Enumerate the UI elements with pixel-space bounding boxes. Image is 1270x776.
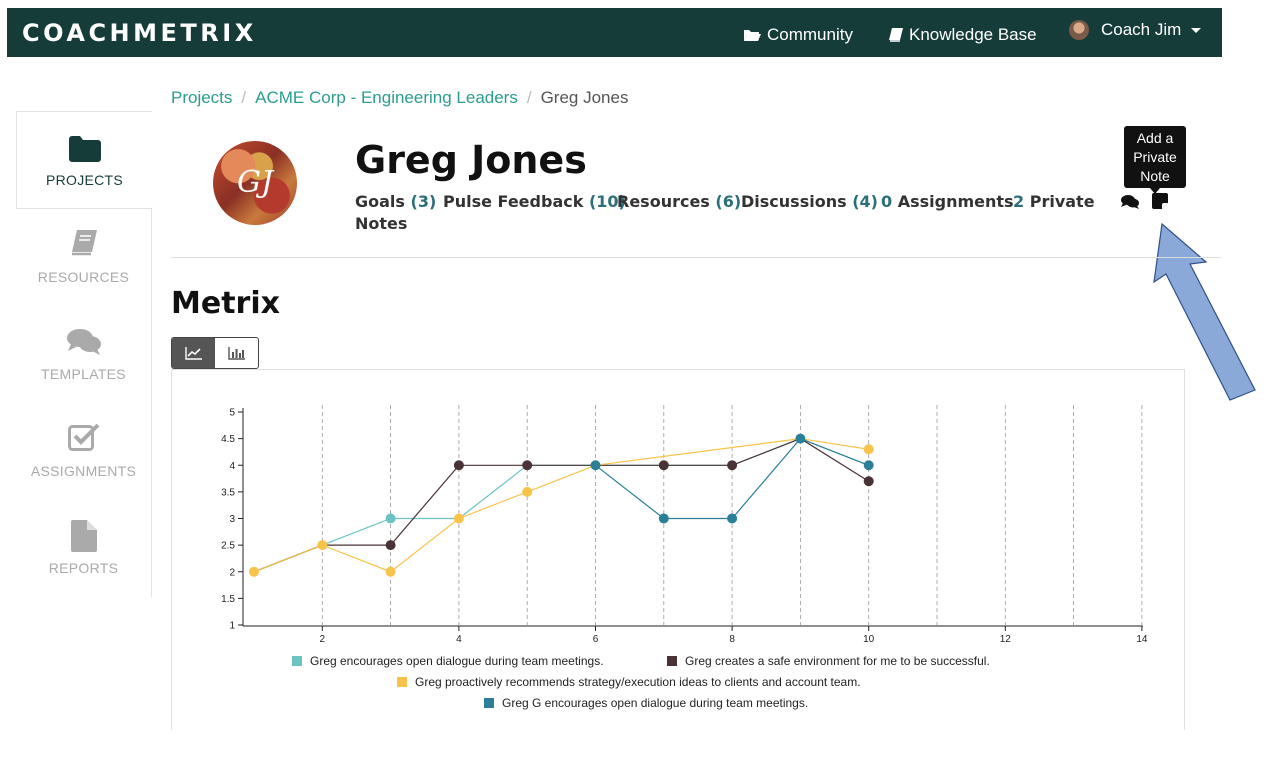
sidebar: PROJECTS RESOURCES TEMPLATES ASSIGNMENTS… — [16, 111, 152, 597]
user-name: Coach Jim — [1101, 20, 1182, 39]
community-link[interactable]: Community — [743, 25, 853, 45]
breadcrumb-current: Greg Jones — [540, 88, 629, 107]
sidebar-item-projects[interactable]: PROJECTS — [16, 111, 152, 209]
legend-label: Greg G encourages open dialogue during t… — [502, 696, 809, 710]
sidebar-label-reports: REPORTS — [48, 560, 119, 576]
legend-item[interactable]: Greg encourages open dialogue during tea… — [292, 654, 604, 668]
line-chart-button[interactable] — [172, 338, 215, 368]
breadcrumb-projects[interactable]: Projects — [171, 88, 232, 107]
discussion-icon[interactable] — [1121, 195, 1139, 209]
tab-private-notes-wrap[interactable]: Notes — [355, 214, 407, 233]
check-square-icon — [67, 423, 99, 451]
tab-discussions[interactable]: Discussions (4) — [741, 192, 878, 211]
legend-swatch — [667, 656, 677, 666]
sidebar-item-templates[interactable]: TEMPLATES — [16, 304, 151, 400]
book-icon — [71, 230, 97, 256]
comments-icon — [66, 329, 101, 355]
sidebar-label-projects: PROJECTS — [45, 172, 124, 188]
profile-avatar: GJ — [213, 141, 297, 225]
bar-chart-icon — [227, 347, 245, 360]
line-chart-icon — [184, 347, 202, 360]
knowledge-base-label: Knowledge Base — [909, 25, 1037, 44]
legend-label: Greg creates a safe environment for me t… — [685, 654, 990, 668]
bar-chart-button[interactable] — [215, 338, 258, 368]
legend-item[interactable]: Greg G encourages open dialogue during t… — [484, 696, 808, 710]
sidebar-item-assignments[interactable]: ASSIGNMENTS — [16, 401, 151, 497]
top-navbar: COACHMETRIX Community Knowledge Base Coa… — [7, 8, 1222, 57]
file-icon — [70, 520, 97, 552]
community-label: Community — [767, 25, 853, 44]
tab-assignments[interactable]: 0 Assignments — [881, 192, 1014, 211]
chart-type-toggle — [171, 337, 259, 369]
legend-label: Greg encourages open dialogue during tea… — [310, 654, 604, 668]
tab-resources[interactable]: Resources (6) — [617, 192, 741, 211]
sidebar-item-reports[interactable]: REPORTS — [16, 498, 151, 594]
tab-pulse-feedback[interactable]: Pulse Feedback (10) — [443, 192, 626, 211]
section-divider — [171, 257, 1221, 258]
sidebar-label-templates: TEMPLATES — [41, 366, 126, 382]
tab-goals[interactable]: Goals (3) — [355, 192, 436, 211]
breadcrumb-project[interactable]: ACME Corp - Engineering Leaders — [255, 88, 518, 107]
sidebar-item-resources[interactable]: RESOURCES — [16, 207, 151, 303]
add-private-note-tooltip: Add a Private Note — [1124, 126, 1186, 194]
legend-label: Greg proactively recommends strategy/exe… — [415, 675, 861, 689]
tab-private-notes[interactable]: 2 Private — [1013, 192, 1095, 211]
private-note-icon[interactable] — [1152, 193, 1168, 209]
legend-item[interactable]: Greg creates a safe environment for me t… — [667, 654, 990, 668]
chevron-down-icon — [1191, 27, 1202, 33]
user-avatar — [1069, 20, 1089, 40]
legend-swatch — [484, 698, 494, 708]
book-icon — [889, 27, 903, 42]
knowledge-base-link[interactable]: Knowledge Base — [889, 25, 1037, 45]
user-menu[interactable]: Coach Jim — [1069, 20, 1202, 40]
folder-open-icon — [744, 30, 761, 41]
folder-icon — [68, 136, 101, 162]
legend-item[interactable]: Greg proactively recommends strategy/exe… — [397, 675, 861, 689]
app-logo[interactable]: COACHMETRIX — [22, 19, 257, 47]
legend-swatch — [397, 677, 407, 687]
section-title: Metrix — [171, 286, 280, 321]
sidebar-label-assignments: ASSIGNMENTS — [30, 463, 137, 479]
legend-swatch — [292, 656, 302, 666]
breadcrumb: Projects / ACME Corp - Engineering Leaders… — [171, 88, 629, 107]
profile-initials: GJ — [237, 165, 273, 200]
profile-name: Greg Jones — [355, 138, 587, 182]
sidebar-label-resources: RESOURCES — [37, 269, 130, 285]
